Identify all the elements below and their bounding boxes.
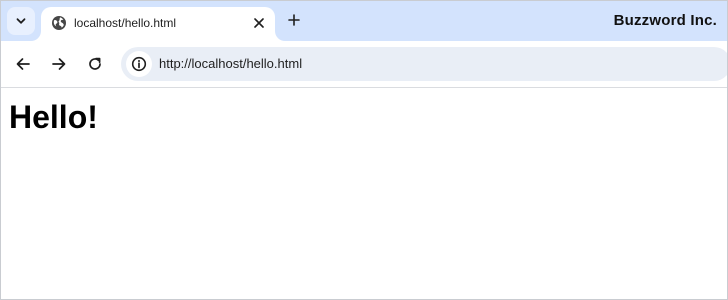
forward-button[interactable] (45, 50, 73, 78)
back-button[interactable] (9, 50, 37, 78)
browser-window: localhost/hello.html Buzzword Inc. http:… (0, 0, 728, 300)
tab-active[interactable]: localhost/hello.html (41, 7, 275, 41)
reload-button[interactable] (81, 50, 109, 78)
chevron-down-icon (15, 15, 27, 27)
tab-title: localhost/hello.html (74, 16, 177, 30)
tab-strip: localhost/hello.html Buzzword Inc. (1, 1, 727, 41)
arrow-left-icon (15, 56, 31, 72)
arrow-right-icon (51, 56, 67, 72)
page-viewport: Hello! (1, 88, 727, 299)
site-info-button[interactable] (126, 51, 152, 77)
globe-icon (51, 15, 67, 31)
info-icon (131, 56, 147, 72)
new-tab-button[interactable] (281, 7, 307, 33)
close-icon[interactable] (248, 12, 270, 34)
toolbar: http://localhost/hello.html (1, 41, 727, 88)
profile-label: Buzzword Inc. (613, 12, 717, 29)
address-bar[interactable]: http://localhost/hello.html (121, 47, 727, 81)
page-heading: Hello! (9, 99, 98, 135)
reload-icon (87, 56, 103, 72)
plus-icon (288, 14, 300, 26)
url-text[interactable]: http://localhost/hello.html (159, 56, 302, 72)
